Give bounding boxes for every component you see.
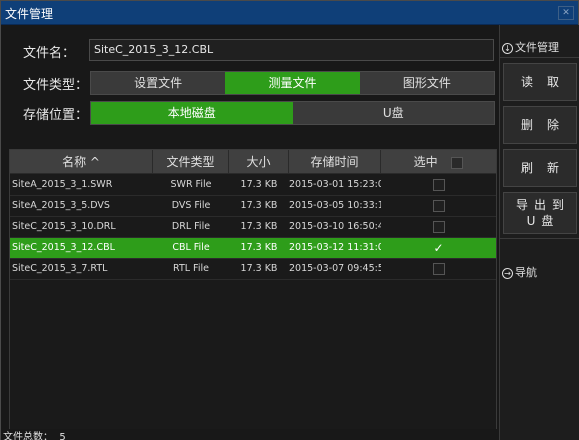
row-select-cell xyxy=(381,217,496,237)
file-size: 17.3 KB xyxy=(240,263,278,274)
file-count-label: 文件总数： xyxy=(3,432,53,440)
file-type: SWR File xyxy=(170,179,212,190)
sidebar-title: ↓ 文件管理 xyxy=(502,39,559,55)
sidebar-divider xyxy=(500,57,579,58)
delete-button-label: 删除 xyxy=(520,118,573,132)
export-to-usb-button[interactable]: 导出到 U盘 xyxy=(503,192,577,234)
window-title: 文件管理 xyxy=(5,7,54,21)
close-icon[interactable]: ✕ xyxy=(558,6,574,20)
row-select-cell xyxy=(381,196,496,216)
table-header: 名称 ^ 文件类型 大小 存储时间 选中 xyxy=(10,150,496,174)
nav-label: 导航 xyxy=(515,266,537,279)
row-select-cell xyxy=(381,175,496,195)
sidebar-divider xyxy=(500,238,579,239)
row-select-cell xyxy=(381,259,496,279)
file-count: 文件总数： 5 xyxy=(3,428,66,440)
file-manager-window: 文件管理 ✕ 文件名： SiteC_2015_3_12.CBL 文件类型： 设置… xyxy=(0,0,579,440)
delete-button[interactable]: 删除 xyxy=(503,106,577,144)
filetype-option-measurement[interactable]: 测量文件 xyxy=(225,72,360,94)
refresh-button-label: 刷新 xyxy=(520,161,573,175)
file-name: SiteC_2015_3_10.DRL xyxy=(12,221,116,232)
column-header-size[interactable]: 大小 xyxy=(229,150,289,174)
storage-row: 存储位置： 本地磁盘 U盘 xyxy=(1,99,499,125)
file-time: 2015-03-01 15:23:01 xyxy=(289,179,381,190)
status-bar: 文件总数： 5 xyxy=(1,429,499,440)
checkmark-icon[interactable]: ✓ xyxy=(433,242,445,254)
export-button-line1: 导出到 xyxy=(515,198,570,212)
sidebar: ↓ 文件管理 读取 删除 刷新 导出到 U盘 → 导航 xyxy=(499,25,579,440)
filetype-selector: 设置文件 测量文件 图形文件 xyxy=(90,71,495,95)
read-button[interactable]: 读取 xyxy=(503,63,577,101)
column-header-name[interactable]: 名称 ^ xyxy=(10,150,153,174)
nav-link[interactable]: → 导航 xyxy=(502,264,537,280)
file-size: 17.3 KB xyxy=(240,242,278,253)
export-button-line2: U盘 xyxy=(526,214,560,228)
table-row-selected[interactable]: SiteC_2015_3_12.CBL CBL File 17.3 KB 201… xyxy=(10,238,496,259)
column-header-select: 选中 xyxy=(381,150,496,174)
read-button-label: 读取 xyxy=(520,75,573,89)
file-name: SiteA_2015_3_5.DVS xyxy=(12,200,110,211)
file-table: 名称 ^ 文件类型 大小 存储时间 选中 SiteA_2015_3_1.SWR … xyxy=(9,149,497,436)
storage-option-local-disk[interactable]: 本地磁盘 xyxy=(91,102,293,124)
file-type: RTL File xyxy=(173,263,209,274)
filetype-option-settings[interactable]: 设置文件 xyxy=(91,72,226,94)
row-checkbox[interactable] xyxy=(432,220,445,233)
right-circle-icon: → xyxy=(502,267,513,279)
table-row[interactable]: SiteA_2015_3_1.SWR SWR File 17.3 KB 2015… xyxy=(10,175,496,196)
file-time: 2015-03-12 11:31:04 xyxy=(289,242,381,253)
row-checkbox[interactable] xyxy=(432,178,445,191)
file-size: 17.3 KB xyxy=(240,221,278,232)
row-checkbox[interactable] xyxy=(432,262,445,275)
table-row[interactable]: SiteC_2015_3_7.RTL RTL File 17.3 KB 2015… xyxy=(10,259,496,280)
select-all-checkbox[interactable] xyxy=(451,156,464,169)
file-size: 17.3 KB xyxy=(240,200,278,211)
filetype-option-graphics[interactable]: 图形文件 xyxy=(359,72,494,94)
down-circle-icon: ↓ xyxy=(502,42,513,54)
filename-label: 文件名： xyxy=(23,46,76,61)
file-type: DRL File xyxy=(171,221,211,232)
file-time: 2015-03-10 16:50:43 xyxy=(289,221,381,232)
sidebar-title-text: 文件管理 xyxy=(515,41,559,54)
file-name: SiteC_2015_3_7.RTL xyxy=(12,263,108,274)
file-size: 17.3 KB xyxy=(240,179,278,190)
file-name: SiteA_2015_3_1.SWR xyxy=(12,179,113,190)
file-time: 2015-03-07 09:45:57 xyxy=(289,263,381,274)
file-time: 2015-03-05 10:33:16 xyxy=(289,200,381,211)
filename-row: 文件名： SiteC_2015_3_12.CBL xyxy=(1,37,499,63)
column-header-type[interactable]: 文件类型 xyxy=(153,150,229,174)
storage-label: 存储位置： xyxy=(23,108,89,123)
file-type: CBL File xyxy=(172,242,210,253)
main-panel: 文件名： SiteC_2015_3_12.CBL 文件类型： 设置文件 测量文件… xyxy=(1,25,499,440)
filename-field[interactable]: SiteC_2015_3_12.CBL xyxy=(89,39,494,61)
file-type: DVS File xyxy=(171,200,211,211)
filetype-label: 文件类型： xyxy=(23,78,89,93)
column-header-time[interactable]: 存储时间 xyxy=(289,150,381,174)
table-row[interactable]: SiteC_2015_3_10.DRL DRL File 17.3 KB 201… xyxy=(10,217,496,238)
row-checkbox[interactable] xyxy=(432,199,445,212)
filetype-row: 文件类型： 设置文件 测量文件 图形文件 xyxy=(1,69,499,95)
file-name: SiteC_2015_3_12.CBL xyxy=(12,242,115,253)
refresh-button[interactable]: 刷新 xyxy=(503,149,577,187)
table-row[interactable]: SiteA_2015_3_5.DVS DVS File 17.3 KB 2015… xyxy=(10,196,496,217)
storage-option-usb[interactable]: U盘 xyxy=(292,102,494,124)
title-bar: 文件管理 ✕ xyxy=(1,1,578,25)
row-select-cell: ✓ xyxy=(381,238,496,258)
select-header-label: 选中 xyxy=(413,155,438,169)
file-count-value: 5 xyxy=(59,432,66,440)
storage-selector: 本地磁盘 U盘 xyxy=(90,101,495,125)
